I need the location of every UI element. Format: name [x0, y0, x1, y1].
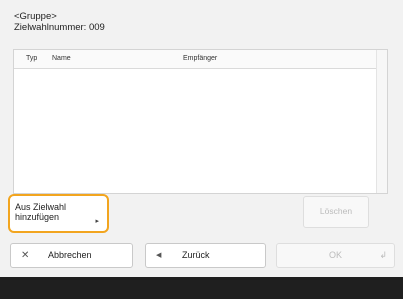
- close-icon: ✕: [21, 250, 30, 261]
- back-arrow-icon: ◀: [156, 252, 162, 259]
- add-button-label-line2: hinzufügen: [15, 212, 60, 222]
- column-type: Typ: [26, 55, 38, 62]
- add-from-speed-dial-button[interactable]: Aus Zielwahl hinzufügen ▸: [8, 194, 109, 233]
- footer-bar: [0, 277, 403, 299]
- submenu-arrow-icon: ▸: [95, 218, 99, 225]
- speed-dial-number: Zielwahlnummer: 009: [14, 22, 105, 33]
- group-title: <Gruppe>: [14, 11, 57, 22]
- delete-button[interactable]: Löschen: [303, 196, 369, 228]
- enter-icon: ↲: [379, 250, 387, 260]
- column-recipient: Empfänger: [183, 55, 218, 62]
- list-scrollbar[interactable]: [376, 50, 387, 193]
- cancel-label: Abbrechen: [48, 250, 92, 260]
- add-button-label-line1: Aus Zielwahl: [15, 202, 67, 212]
- back-button[interactable]: ◀ Zurück: [145, 243, 266, 268]
- ok-button[interactable]: OK ↲: [276, 243, 395, 268]
- recipient-list: Typ Name Empfänger: [13, 49, 388, 194]
- cancel-button[interactable]: ✕ Abbrechen: [10, 243, 133, 268]
- list-header: Typ Name Empfänger: [14, 50, 387, 69]
- back-label: Zurück: [182, 250, 210, 260]
- column-name: Name: [52, 55, 71, 62]
- ok-label: OK: [328, 250, 342, 260]
